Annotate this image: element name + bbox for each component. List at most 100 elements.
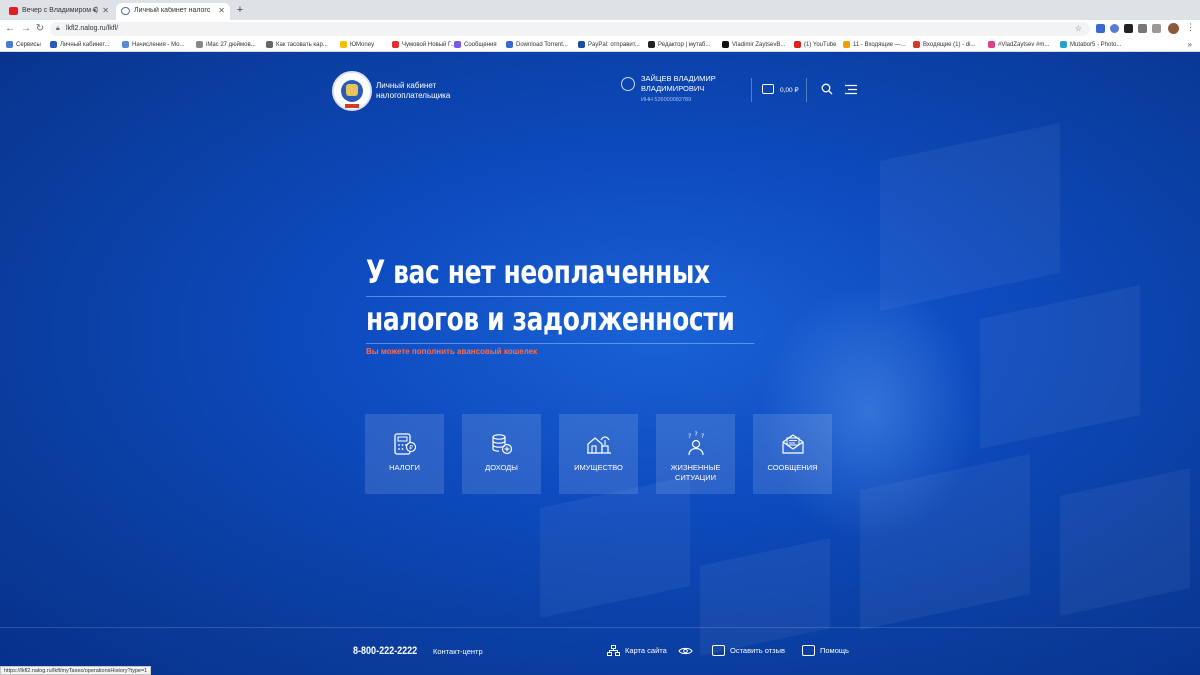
tile-messages[interactable]: СООБЩЕНИЯ [753,414,832,494]
tile-label: СООБЩЕНИЯ [767,463,818,472]
forward-icon[interactable]: → [20,23,32,35]
status-bar-url: https://lkfl2.nalog.ru/lkfl/myTaxes/oper… [0,666,152,675]
bookmark-label: Download Torrent... [516,41,568,48]
bookmark-item[interactable]: Входящие (1) - di... [913,41,975,48]
advance-wallet-link[interactable]: Вы можете пополнить авансовый кошелек [366,347,537,356]
puzzle-icon[interactable] [1152,24,1161,33]
user-inn: ИНН 526000082789 [641,97,692,103]
bookmark-favicon-icon [506,41,513,48]
bookmark-label: Чумовой Новый Г... [402,41,456,48]
bookmark-favicon-icon [266,41,273,48]
tile-label: ЖИЗНЕННЫЕ СИТУАЦИИ [670,463,721,482]
bookmark-favicon-icon [340,41,347,48]
logo-eagle [346,84,358,96]
svg-text:?: ? [701,433,704,440]
bookmark-item[interactable]: Редактор | мутаб... [648,41,710,48]
page-content: Личный кабинет налогоплательщика ЗАЙЦЕВ … [0,52,1200,675]
extension-icon[interactable] [1124,24,1133,33]
bookmark-label: #VladZaytsev #m... [998,41,1050,48]
footer-divider [0,627,1200,628]
help-label: Помощь [820,646,849,655]
bookmark-favicon-icon [122,41,129,48]
address-bar-row: ← → ↻ 🔒︎ lkfl2.nalog.ru/lkfl/ ☆ ⋮ [0,20,1200,38]
tab-title: Личный кабинет налогоплате... [134,7,210,14]
feedback-link[interactable]: Оставить отзыв [712,645,785,656]
bookmark-item[interactable]: Сообщения [454,41,497,48]
bookmark-star-icon[interactable]: ☆ [1075,24,1082,33]
help-link[interactable]: Помощь [802,645,849,656]
user-icon[interactable] [621,77,635,91]
coins-icon [492,434,513,455]
bookmark-item[interactable]: Download Torrent... [506,41,568,48]
reload-icon[interactable]: ↻ [34,23,46,35]
browser-tab[interactable]: Вечер с Владимиром Со... ◂) ✕ [4,3,114,20]
bookmark-label: Сообщения [464,41,497,48]
bg-decoration [700,538,830,656]
bookmark-item[interactable]: Личный кабинет... [50,41,109,48]
user-name[interactable]: ЗАЙЦЕВ ВЛАДИМИР ВЛАДИМИРОВИЧ [641,74,741,94]
close-tab-icon[interactable]: ✕ [102,6,109,15]
bookmark-item[interactable]: Начисления - Мо... [122,41,185,48]
bookmark-label: Входящие (1) - di... [923,41,976,48]
sitemap-link[interactable]: Карта сайта [607,645,667,656]
bookmark-label: Сервисы [16,41,41,48]
extension-icon[interactable] [1096,24,1105,33]
bookmark-favicon-icon [843,41,850,48]
new-tab-icon[interactable]: + [234,4,246,16]
browser-menu-icon[interactable]: ⋮ [1186,22,1195,33]
bookmark-label: Начисления - Мо... [132,41,185,48]
bookmark-favicon-icon [50,41,57,48]
brand-title[interactable]: Личный кабинет налогоплательщика [376,81,486,101]
tile-income[interactable]: ДОХОДЫ [462,414,541,494]
hero-line: налогов и задолженности [366,297,755,344]
back-icon[interactable]: ← [4,23,16,35]
bookmark-item[interactable]: Как тасовать кар... [266,41,328,48]
tile-taxes[interactable]: ₽ НАЛОГИ [365,414,444,494]
url-field[interactable]: 🔒︎ lkfl2.nalog.ru/lkfl/ ☆ [50,22,1090,36]
bg-decoration [1060,468,1190,616]
bookmark-item[interactable]: Mutabor5 - Photo... [1060,41,1121,48]
bookmarks-overflow-icon[interactable]: » [1188,40,1192,49]
speaker-icon[interactable]: ◂) [92,6,98,14]
logo-ribbon [345,104,359,108]
divider [751,78,752,102]
tile-life-situations[interactable]: ? ? ? ЖИЗНЕННЫЕ СИТУАЦИИ [656,414,735,494]
bookmark-item[interactable]: Чумовой Новый Г... [392,41,456,48]
fns-logo[interactable] [332,71,372,111]
close-tab-icon[interactable]: ✕ [218,6,225,15]
hotline-phone[interactable]: 8-800-222-2222 [353,645,417,657]
extension-icon[interactable] [1110,24,1119,33]
bookmark-label: Как тасовать кар... [276,41,328,48]
search-icon[interactable] [821,83,833,95]
extension-icon[interactable] [1138,24,1147,33]
bookmark-item[interactable]: PayPal: отправит... [578,41,640,48]
wallet-balance[interactable]: 0,00 ₽ [780,86,799,94]
bookmark-item[interactable]: #VladZaytsev #m... [988,41,1049,48]
bookmark-favicon-icon [392,41,399,48]
nalog-favicon-icon [121,7,130,15]
wallet-icon[interactable] [762,84,774,94]
calculator-icon: ₽ [394,433,417,455]
bookmark-label: (1) YouTube [804,41,837,48]
bookmark-item[interactable]: iMac 27 дюймов... [196,41,256,48]
bookmark-item[interactable]: Vladimir ZaytsevВ... [722,41,785,48]
bookmark-favicon-icon [196,41,203,48]
bookmark-item[interactable]: (1) YouTube [794,41,836,48]
hero-line: У вас нет неоплаченных [366,250,727,297]
feedback-icon [712,645,725,656]
bookmark-favicon-icon [578,41,585,48]
bookmark-item[interactable]: Сервисы [6,41,41,48]
tile-property[interactable]: ИМУЩЕСТВО [559,414,638,494]
hamburger-menu-icon[interactable] [845,84,857,95]
bookmark-label: Личный кабинет... [60,41,110,48]
bookmark-item[interactable]: 11 - Входящие —... [843,41,906,48]
tile-label: НАЛОГИ [389,463,420,472]
bookmark-label: ЮMoney [350,41,375,48]
bookmark-item[interactable]: ЮMoney [340,41,374,48]
bookmarks-bar: » Сервисы Личный кабинет... Начисления - М… [0,38,1200,52]
profile-avatar[interactable] [1168,23,1179,34]
service-tiles: ₽ НАЛОГИ ДОХОДЫ ИМУЩЕСТВО ? ? ? ЖИЗНЕННЫ… [365,414,832,494]
browser-tab-bar: Вечер с Владимиром Со... ◂) ✕ Личный каб… [0,0,1200,20]
accessibility-eye-icon[interactable] [678,646,693,656]
browser-tab-active[interactable]: Личный кабинет налогоплате... ✕ [116,3,230,20]
